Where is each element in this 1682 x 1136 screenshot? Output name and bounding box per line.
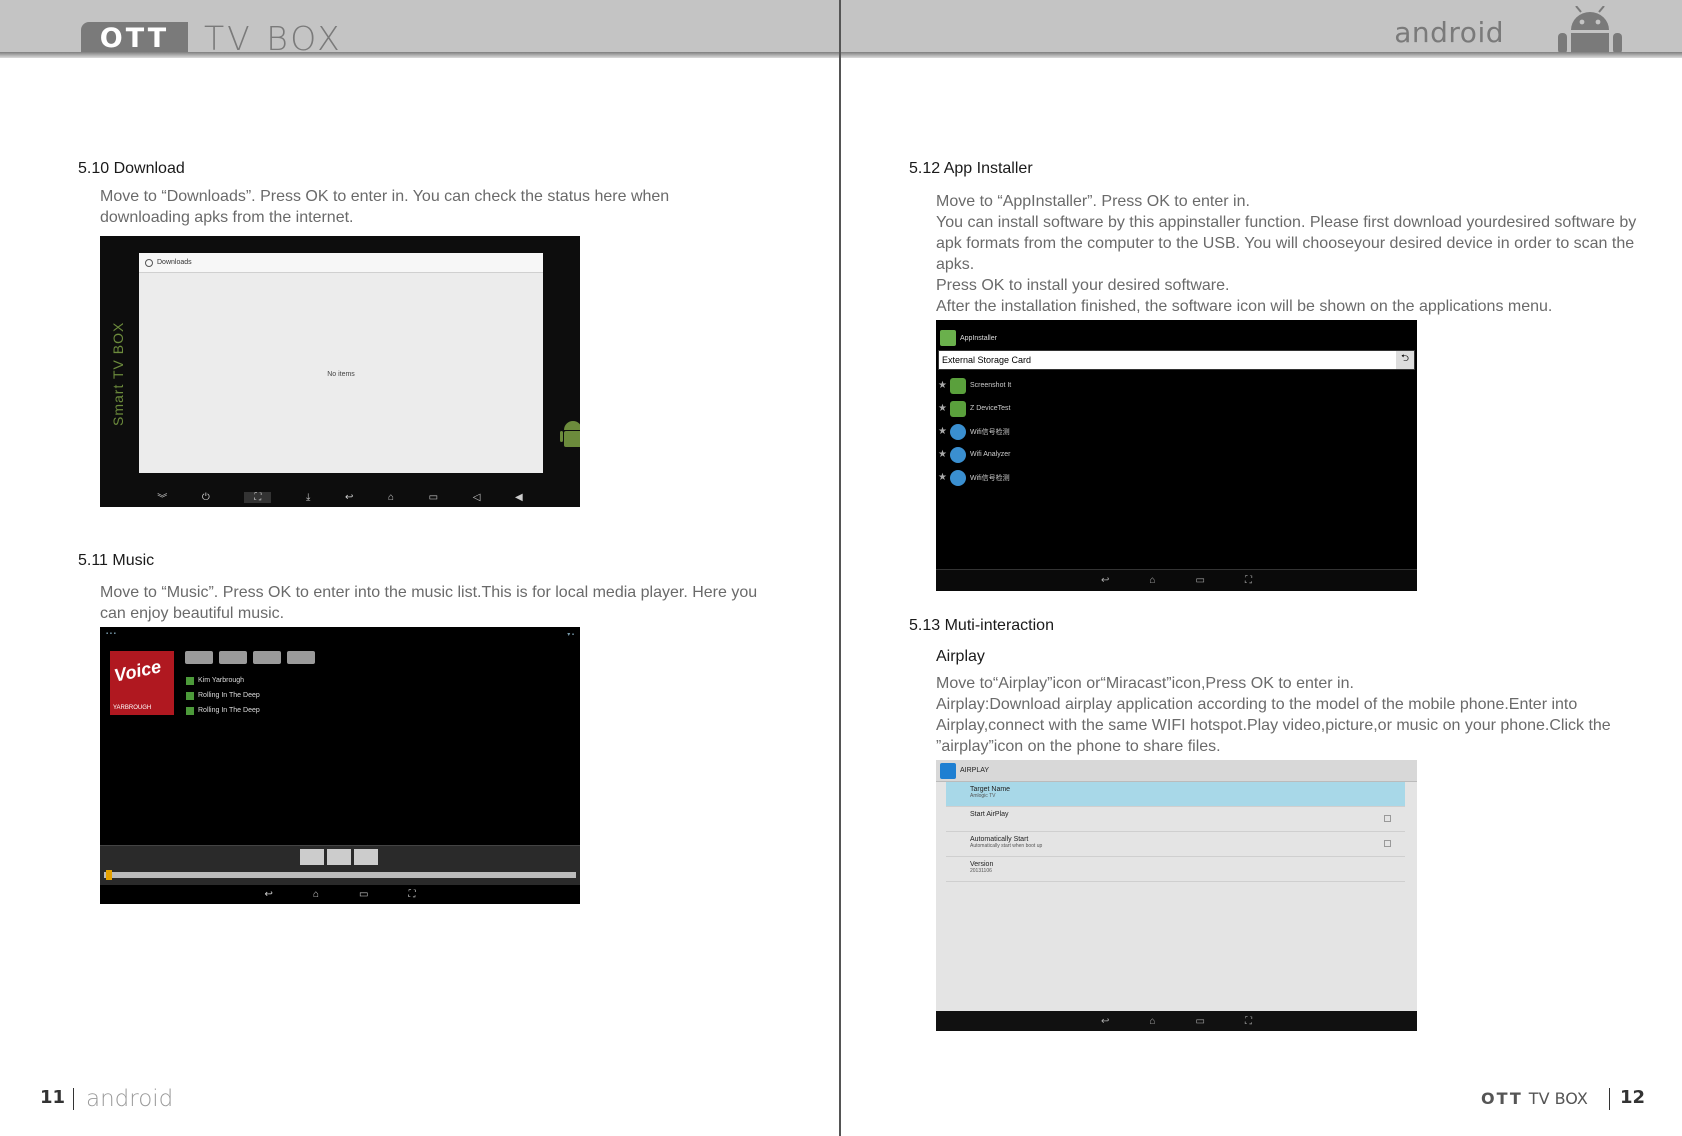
footer-divider (1609, 1088, 1610, 1110)
collapse-icon: ︾ (157, 493, 168, 505)
header-android-text: android (1394, 16, 1504, 49)
list-icon (185, 651, 213, 664)
album-cover: Voice YARBROUGH (110, 651, 174, 715)
progress-track (104, 870, 576, 880)
screenshot-icon: ⛶ (408, 888, 416, 900)
footer-divider (73, 1088, 74, 1110)
subsection-title-airplay: Airplay (936, 648, 985, 665)
side-label: Smart TV BOX (110, 321, 126, 426)
home-icon: ⌂ (1149, 1015, 1156, 1027)
recents-icon: ▭ (358, 888, 369, 900)
volume-down-icon: ◁ (472, 491, 481, 503)
android-robot-icon (560, 421, 580, 447)
download-icon (145, 258, 153, 267)
section-title-music: 5.11 Music (78, 552, 155, 569)
back-icon: ↩ (264, 888, 273, 900)
back-icon: ↩ (1101, 1015, 1110, 1027)
settings-row: Target Name Amlogic TV (946, 782, 1405, 807)
footer-android: android (86, 1086, 174, 1112)
list-item: Kim Yarbrough (186, 673, 260, 688)
settings-row: Start AirPlay (946, 807, 1405, 832)
list-item: ★ Screenshot It (938, 374, 1417, 397)
download-tray-icon: ⤓ (306, 491, 311, 503)
back-icon: ↩ (1101, 575, 1110, 586)
repeat-icon (253, 651, 281, 664)
android-robot-icon (1558, 6, 1622, 54)
downloads-window: Downloads No items (139, 253, 543, 473)
section-text-download: Move to “Downloads”. Press OK to enter i… (100, 188, 670, 226)
back-icon: ↩ (345, 491, 354, 503)
left-page: OTT TV BOX 5.10 Download Move to “Downlo… (0, 0, 841, 1136)
home-icon: ⌂ (1149, 575, 1156, 586)
home-icon: ⌂ (312, 888, 319, 900)
previous-icon (300, 849, 324, 865)
section-title-download: 5.10 Download (78, 160, 185, 177)
home-icon: ⌂ (388, 491, 395, 503)
list-item: ★ Z DeviceTest (938, 397, 1417, 420)
downloads-title: Downloads (157, 259, 192, 266)
list-item: Rolling In The Deep (186, 703, 260, 718)
airplay-screenshot: AIRPLAY Target Name Amlogic TV Start Air… (936, 760, 1417, 1031)
volume-up-icon: ◀ (514, 491, 523, 503)
system-nav-bar: ↩ ⌂ ▭ ⛶ (936, 569, 1417, 591)
pause-icon (327, 849, 351, 865)
app-installer-screenshot: AppInstaller External Storage Card ★Scre… (936, 320, 1417, 591)
footer-brand: OTT TV BOX (1481, 1089, 1588, 1108)
track-list: Kim Yarbrough Rolling In The Deep Rollin… (186, 673, 260, 718)
page-header: android (841, 0, 1682, 58)
footer-brand-badge: OTT (1481, 1089, 1523, 1108)
next-icon (354, 849, 378, 865)
storage-field: External Storage Card (938, 350, 1415, 370)
list-item: ★ Wifi信号检测 (938, 466, 1417, 489)
brand-badge: OTT (81, 22, 188, 55)
screenshot-icon: ⛶ (1244, 1015, 1252, 1027)
music-toolbar (185, 651, 315, 664)
section-text-line: Press OK to install your desired softwar… (936, 277, 1230, 294)
app-title: AppInstaller (940, 330, 997, 346)
apk-list: ★ Screenshot It ★ Z DeviceTest ★ Wifi信号检测 ★… (938, 374, 1417, 489)
system-nav-bar: ↩ ⌂ ▭ ⛶ (936, 1011, 1417, 1031)
section-text-line: Airplay:Download airplay application acc… (936, 696, 1611, 755)
empty-message: No items (327, 371, 355, 378)
brand-text: TV BOX (204, 19, 343, 58)
page-number: 12 (1620, 1087, 1646, 1108)
section-text-music: Move to “Music”. Press OK to enter into … (100, 584, 758, 622)
system-nav-bar: ↩ ⌂ ▭ ⛶ (100, 884, 580, 904)
page-header: OTT TV BOX (0, 0, 839, 58)
settings-row: Automatically Start Automatically start … (946, 832, 1405, 857)
checkbox (1384, 815, 1391, 822)
checkbox (1384, 840, 1391, 847)
settings-row: Version 20131106 (946, 857, 1405, 882)
power-icon: ⏻ (201, 491, 210, 503)
album-cover-title: Voice (112, 656, 163, 686)
system-nav-bar: ︾ ⏻ ⛶ ⤓ ↩ ⌂ ▭ ◁ ◀ (100, 487, 580, 507)
section-text-line: You can install software by this appinst… (936, 214, 1637, 273)
recents-icon: ▭ (1195, 1015, 1205, 1027)
page-number: 11 (40, 1087, 66, 1108)
airplay-bar: AIRPLAY (936, 760, 1417, 782)
status-bar: ▪ ▪ ▪ ▾ ▪ (106, 631, 574, 638)
screenshot-icon: ⛶ (244, 491, 272, 503)
brand-logo: OTT TV BOX (81, 19, 343, 58)
list-item: Rolling In The Deep (186, 688, 260, 703)
playback-controls (100, 845, 580, 885)
album-cover-name: YARBROUGH (113, 705, 152, 711)
footer-brand-text: TV BOX (1528, 1089, 1588, 1108)
section-text-line: Move to“Airplay”icon or“Miracast”icon,Pr… (936, 675, 1354, 692)
shuffle-icon (219, 651, 247, 664)
screenshot-icon: ⛶ (1244, 575, 1252, 586)
right-page: android 5.12 App Installer Move to “AppI… (841, 0, 1682, 1136)
list-item: ★ Wifi信号检测 (938, 420, 1417, 443)
recents-icon: ▭ (428, 491, 439, 503)
section-title-app-installer: 5.12 App Installer (909, 160, 1033, 177)
list-item: ★ Wifi Analyzer (938, 443, 1417, 466)
section-title-multi-interaction: 5.13 Muti-interaction (909, 617, 1054, 634)
lyrics-icon (287, 651, 315, 664)
recents-icon: ▭ (1195, 575, 1205, 586)
downloads-bar: Downloads (139, 253, 543, 273)
section-text-line: After the installation finished, the sof… (936, 298, 1553, 315)
music-screenshot: ▪ ▪ ▪ ▾ ▪ Voice YARBROUGH Kim Yarbrough R… (100, 627, 580, 904)
downloads-screenshot: Smart TV BOX Downloads No items ︾ ⏻ ⛶ ⤓ … (100, 236, 580, 507)
section-text-line: Move to “AppInstaller”. Press OK to ente… (936, 193, 1250, 210)
